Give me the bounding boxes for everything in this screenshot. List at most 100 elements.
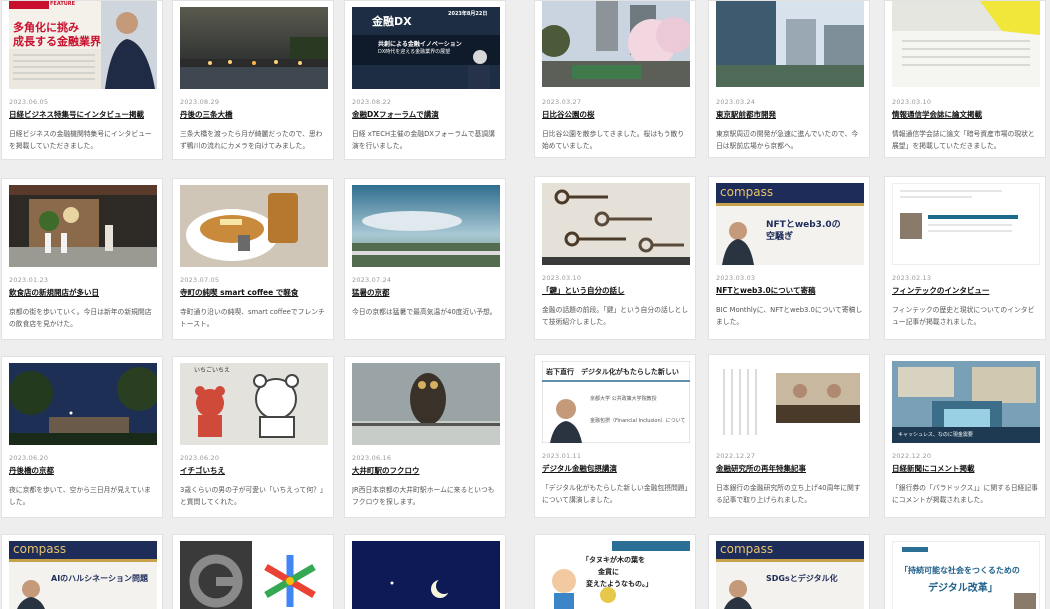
post-title-link[interactable]: 寺町の純喫 smart coffee で軽食 [180,287,330,298]
post-thumbnail[interactable]: SPECIAL FEATURE 多角化に挑み 成長する金融業界 [9,1,157,89]
post-title-link[interactable]: フィンテックのインタビュー [892,285,1042,296]
post-thumbnail[interactable]: 金融DX 2023年8月22日 共創による金融イノベーション DX時代を迎える金… [352,7,500,89]
post-thumbnail[interactable] [892,1,1040,87]
post-thumbnail[interactable] [716,361,864,443]
post-card[interactable]: 2023.08.29 丹後の三条大橋 三条大橋を渡ったら月が綺麗だったので、思わ… [172,0,334,160]
post-date: 2023.03.10 [892,98,932,106]
post-date: 2022.12.27 [716,452,756,460]
post-card[interactable]: 2023.07.05 寺町の純喫 smart coffee で軽食 寺町通り沿い… [172,178,334,340]
post-excerpt: 「デジタル化がもたらした新しい金融包摂問題」について講演しました。 [542,484,688,504]
post-card[interactable] [172,534,334,609]
thumb-headline: デジタル改革」 [928,583,998,594]
thumb-headline: 岩下直行 デジタル化がもたらした新しい [546,368,679,376]
thumb-headline: 成長する金融業界 [13,35,101,48]
post-date: 2022.12.20 [892,452,932,460]
post-thumbnail[interactable]: 岩下直行 デジタル化がもたらした新しい 京都大学 公共政策大学院教授 金融包摂（… [542,361,690,443]
post-title-link[interactable]: デジタル金融包摂講演 [542,463,692,474]
post-thumbnail[interactable] [542,183,690,265]
post-title-link[interactable]: 金融DXフォーラムで講演 [352,109,502,120]
post-card[interactable]: SPECIAL FEATURE 多角化に挑み 成長する金融業界 2023.06.… [1,0,163,160]
thumb-subhead: 共創による金融イノベーション [378,41,462,48]
post-card[interactable]: いちごいちえ 2023.06.20 イチゴいちえ 3歳くらいの男の子が可愛い「い… [172,356,334,518]
post-date: 2023.06.20 [180,454,220,462]
post-card[interactable]: 2023.06.16 大井町駅のフクロウ JR西日本京都の大井町駅ホームに来ると… [344,356,506,518]
post-card[interactable]: 2023.03.24 東京駅前都市開発 東京駅周辺の開発が急速に進んでいたので、… [708,0,870,158]
post-excerpt: JR西日本京都の大井町駅ホームに来るといつもフクロウを探します。 [352,486,495,506]
post-thumbnail[interactable] [542,1,690,87]
post-date: 2023.01.23 [9,276,49,284]
post-title-link[interactable]: 丹後の三条大橋 [180,109,330,120]
post-title-link[interactable]: イチゴいちえ [180,465,330,476]
thumb-headline: AIのハルシネーション問題 [51,574,149,583]
thumb-magazine-name: compass [720,185,774,199]
post-thumbnail[interactable]: compass NFTとweb3.0の 空騒ぎ [716,183,864,265]
post-thumbnail[interactable] [716,1,864,87]
post-thumbnail[interactable]: いちごいちえ [180,363,328,445]
post-thumbnail[interactable]: compass SDGsとデジタル化 [716,541,864,609]
post-card[interactable]: 2023.03.27 日比谷公園の桜 日比谷公園を散歩してきました。桜はもう散り… [534,0,696,158]
post-date: 2023.06.05 [9,98,49,106]
post-card[interactable]: 2022.12.27 金融研究所の再年特集記事 日本銀行の金融研究所の立ち上げ4… [708,354,870,518]
post-card[interactable] [344,534,506,609]
post-card[interactable]: 2023.03.10 「鍵」という自分の話し 金融の話題の前段。「鍵」という自分… [534,176,696,340]
post-card[interactable]: 「持続可能な社会をつくるための デジタル改革」 [884,534,1046,609]
post-thumbnail[interactable]: compass AIのハルシネーション問題 [9,541,157,609]
post-card[interactable]: 金融DX 2023年8月22日 共創による金融イノベーション DX時代を迎える金… [344,0,506,160]
post-title-link[interactable]: 大井町駅のフクロウ [352,465,502,476]
thumb-badge: 2023年8月22日 [448,11,488,17]
post-card[interactable]: キャッシュレス、なのに現金需要 2022.12.20 日経新聞にコメント掲載 「… [884,354,1046,518]
thumb-quote: 金貨に [598,568,619,576]
post-date: 2023.03.24 [716,98,756,106]
post-title-link[interactable]: 日比谷公園の桜 [542,109,692,120]
post-excerpt: 日比谷公園を散歩してきました。桜はもう散り始めていました。 [542,130,685,150]
post-card[interactable]: compass NFTとweb3.0の 空騒ぎ 2023.03.03 NFTとw… [708,176,870,340]
thumb-subhead: 金融包摂（Financial Inclusion）について [590,418,686,424]
post-thumbnail[interactable] [9,185,157,267]
post-excerpt: 寺町通り沿いの純喫、smart coffeeでフレンチトースト。 [180,308,325,328]
post-title-link[interactable]: 金融研究所の再年特集記事 [716,463,866,474]
post-title-link[interactable]: 東京駅前都市開発 [716,109,866,120]
post-title-link[interactable]: 飲食店の新規開店が多い日 [9,287,159,298]
thumb-headline: 空騒ぎ [766,232,794,242]
post-card[interactable]: 2023.01.23 飲食店の新規開店が多い日 京都の街を歩いていく。今日は新年… [1,178,163,340]
post-card[interactable]: 2023.02.13 フィンテックのインタビュー フィンテックの歴史と現状につい… [884,176,1046,340]
post-title-link[interactable]: 「鍵」という自分の話し [542,285,692,296]
post-title-link[interactable]: 日経ビジネス特集号にインタビュー掲載 [9,109,159,120]
post-title-link[interactable]: 日経新聞にコメント掲載 [892,463,1042,474]
post-thumbnail[interactable]: 「持続可能な社会をつくるための デジタル改革」 [892,541,1040,609]
post-date: 2023.07.05 [180,276,220,284]
post-excerpt: 「銀行券の「パラドックス」」に関する日経記事にコメントが掲載されました。 [892,484,1038,504]
post-date: 2023.06.20 [9,454,49,462]
post-title-link[interactable]: 丹後橋の京都 [9,465,159,476]
thumb-headline: SDGsとデジタル化 [766,574,838,583]
post-thumbnail[interactable]: 「タヌキが木の葉を 金貨に 変えたようなもの。」 [542,541,690,609]
post-thumbnail[interactable]: キャッシュレス、なのに現金需要 [892,361,1040,443]
post-excerpt: 日経 xTECH主催の金融DXフォーラムで基調講演を行いました。 [352,130,495,150]
post-thumbnail[interactable] [892,183,1040,265]
post-title-link[interactable]: 情報通信学会誌に論文掲載 [892,109,1042,120]
post-thumbnail[interactable] [180,7,328,89]
post-thumbnail[interactable] [352,185,500,267]
post-thumbnail[interactable] [180,185,328,267]
post-excerpt: BIC Monthlyに、NFTとweb3.0について寄稿しました。 [716,306,863,326]
post-excerpt: 夜に京都を歩いて、空から三日月が見えていました。 [9,486,151,506]
post-date: 2023.07.24 [352,276,392,284]
thumb-badge: SPECIAL FEATURE [25,1,76,7]
post-card[interactable]: compass AIのハルシネーション問題 [1,534,163,609]
post-card[interactable]: 2023.06.20 丹後橋の京都 夜に京都を歩いて、空から三日月が見えていまし… [1,356,163,518]
post-thumbnail[interactable] [9,363,157,445]
post-card[interactable]: 「タヌキが木の葉を 金貨に 変えたようなもの。」 [534,534,696,609]
post-thumbnail[interactable] [352,541,500,609]
post-card[interactable]: 岩下直行 デジタル化がもたらした新しい 京都大学 公共政策大学院教授 金融包摂（… [534,354,696,518]
post-thumbnail[interactable] [352,363,500,445]
post-date: 2023.02.13 [892,274,932,282]
post-title-link[interactable]: NFTとweb3.0について寄稿 [716,285,866,296]
post-date: 2023.08.22 [352,98,392,106]
thumb-quote: 変えたようなもの。」 [586,580,653,588]
post-title-link[interactable]: 猛暑の京都 [352,287,502,298]
post-card[interactable]: 2023.07.24 猛暑の京都 今日の京都は猛暑で最高気温が40度近い予想。 [344,178,506,340]
post-thumbnail[interactable] [180,541,328,609]
post-card[interactable]: compass SDGsとデジタル化 [708,534,870,609]
post-date: 2023.06.16 [352,454,392,462]
post-card[interactable]: 2023.03.10 情報通信学会誌に論文掲載 情報通信学会誌に論文「暗号資産市… [884,0,1046,158]
